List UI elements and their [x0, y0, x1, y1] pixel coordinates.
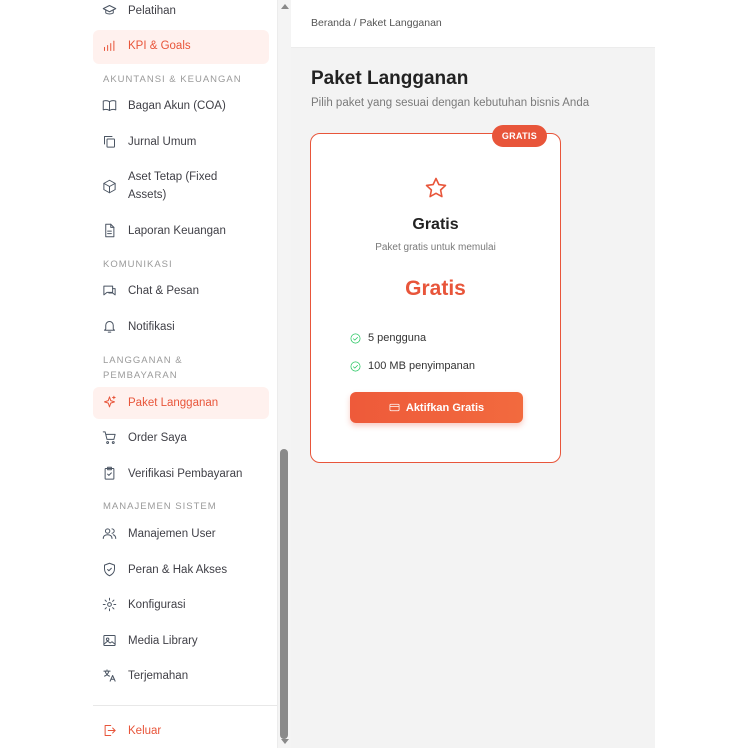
sidebar-item-kpi-goals[interactable]: KPI & Goals	[93, 30, 269, 64]
logout-button[interactable]: Keluar	[93, 722, 269, 740]
sidebar-item-label: Bagan Akun (COA)	[128, 100, 226, 112]
section-langganan: LANGGANAN & PEMBAYARAN	[103, 355, 183, 381]
sidebar-item-label: KPI & Goals	[128, 40, 191, 52]
plan-feature-label: 5 pengguna	[368, 332, 427, 344]
section-akuntansi: AKUNTANSI & KEUANGAN	[103, 74, 242, 85]
sidebar-item-media-library[interactable]: Media Library	[93, 632, 269, 650]
plan-description: Paket gratis untuk memulai	[375, 242, 496, 253]
main-content: Beranda / Paket Langganan Paket Langgana…	[291, 0, 655, 748]
activate-plan-label: Aktifkan Gratis	[405, 401, 485, 414]
file-text-icon	[101, 222, 117, 238]
star-icon	[424, 176, 448, 200]
copy-icon	[101, 133, 117, 149]
bar-chart-icon	[101, 37, 117, 53]
sidebar-item-label: Chat & Pesan	[128, 285, 199, 297]
sidebar-item-label: Order Saya	[128, 432, 187, 444]
credit-card-icon	[389, 403, 400, 412]
plan-name: Gratis	[412, 216, 459, 233]
check-circle-icon	[350, 333, 361, 344]
cube-icon	[101, 178, 117, 194]
sidebar-item-label: Jurnal Umum	[128, 136, 197, 148]
sidebar-item-aset-tetap[interactable]: Aset Tetap (Fixed Assets)	[93, 168, 269, 204]
bell-icon	[101, 318, 117, 334]
sidebar-item-label: Pelatihan	[128, 5, 176, 17]
translate-icon	[101, 667, 117, 683]
check-circle-icon	[350, 361, 361, 372]
scroll-thumb[interactable]	[280, 449, 288, 739]
sidebar-item-label: Paket Langganan	[128, 397, 219, 409]
topbar: Beranda / Paket Langganan	[291, 0, 655, 48]
sidebar-item-label: Peran & Hak Akses	[128, 564, 228, 576]
shield-check-icon	[101, 561, 117, 577]
gear-icon	[101, 596, 117, 612]
clipboard-check-icon	[101, 465, 117, 481]
sidebar-item-pelatihan[interactable]: Pelatihan	[93, 2, 269, 20]
sidebar-item-manajemen-user[interactable]: Manajemen User	[93, 525, 269, 543]
page-subtitle: Pilih paket yang sesuai dengan kebutuhan…	[311, 97, 590, 109]
sidebar-item-bagan-akun[interactable]: Bagan Akun (COA)	[93, 97, 269, 115]
section-manajemen: MANAJEMEN SISTEM	[103, 501, 217, 512]
sidebar-item-paket-langganan[interactable]: Paket Langganan	[93, 387, 269, 419]
logout-label: Keluar	[128, 725, 162, 737]
sidebar-item-label: Verifikasi Pembayaran	[128, 468, 243, 480]
section-komunikasi: KOMUNIKASI	[103, 259, 173, 270]
plan-price: Gratis	[405, 277, 466, 300]
chat-icon	[101, 282, 117, 298]
sidebar-item-label: Aset Tetap (Fixed Assets)	[128, 171, 218, 201]
sidebar-item-verifikasi-pembayaran[interactable]: Verifikasi Pembayaran	[93, 465, 269, 483]
sidebar-item-notifikasi[interactable]: Notifikasi	[93, 318, 269, 336]
sidebar-item-chat-pesan[interactable]: Chat & Pesan	[93, 282, 269, 300]
plan-feature: 100 MB penyimpanan	[350, 360, 475, 372]
users-icon	[101, 525, 117, 541]
sidebar-item-label: Konfigurasi	[128, 599, 186, 611]
activate-plan-button[interactable]: Aktifkan Gratis	[350, 392, 523, 423]
plan-feature: 5 pengguna	[350, 332, 426, 344]
sidebar-item-peran-hak-akses[interactable]: Peran & Hak Akses	[93, 561, 269, 579]
breadcrumb[interactable]: Beranda / Paket Langganan	[311, 17, 442, 29]
sidebar-item-terjemahan[interactable]: Terjemahan	[93, 667, 269, 685]
scroll-down-arrow-icon[interactable]	[281, 739, 289, 744]
sidebar-item-laporan-keuangan[interactable]: Laporan Keuangan	[93, 222, 269, 240]
book-icon	[101, 97, 117, 113]
sidebar-item-konfigurasi[interactable]: Konfigurasi	[93, 596, 269, 614]
sidebar-item-label: Terjemahan	[128, 670, 189, 682]
sidebar-scrollbar[interactable]	[277, 0, 291, 748]
plan-badge: GRATIS	[491, 125, 547, 147]
plan-card-gratis: GRATIS Gratis Paket gratis untuk memulai…	[310, 125, 561, 463]
sparkles-icon	[101, 394, 117, 410]
sidebar-item-label: Media Library	[128, 635, 198, 647]
sidebar: Pelatihan KPI & Goals AKUNTANSI & KEUANG…	[0, 0, 277, 748]
sidebar-item-order-saya[interactable]: Order Saya	[93, 429, 269, 447]
graduation-cap-icon	[101, 2, 117, 18]
cart-icon	[101, 429, 117, 445]
plan-feature-label: 100 MB penyimpanan	[368, 360, 476, 372]
sidebar-divider	[93, 705, 277, 706]
page-title: Paket Langganan	[311, 68, 469, 89]
page-margin	[655, 0, 748, 748]
sidebar-item-label: Manajemen User	[128, 528, 216, 540]
logout-icon	[101, 722, 117, 738]
scroll-up-arrow-icon[interactable]	[281, 4, 289, 9]
sidebar-item-label: Laporan Keuangan	[128, 225, 226, 237]
sidebar-item-label: Notifikasi	[128, 321, 175, 333]
sidebar-item-jurnal-umum[interactable]: Jurnal Umum	[93, 133, 269, 151]
image-icon	[101, 632, 117, 648]
